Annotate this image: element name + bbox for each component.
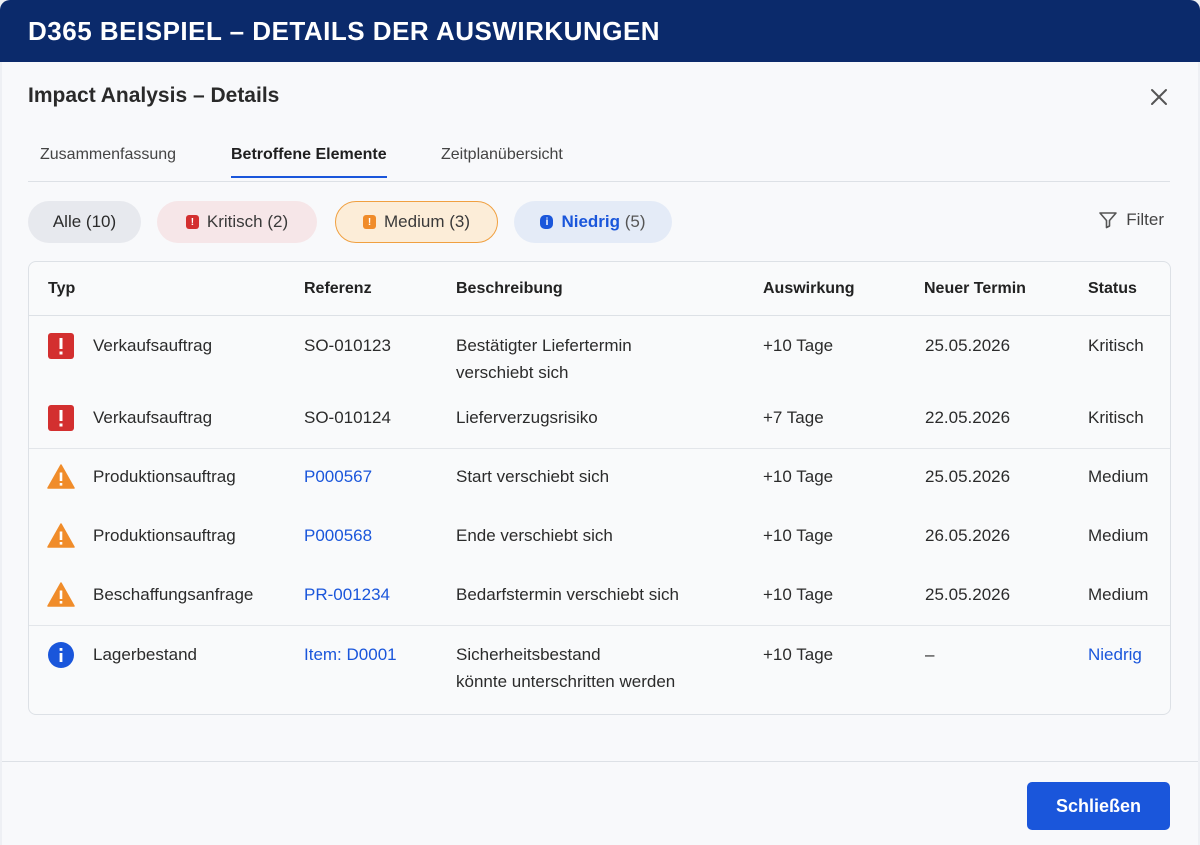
- filter-chip-niedrig[interactable]: i Niedrig (5): [514, 201, 672, 243]
- filter-label: Filter: [1126, 210, 1164, 229]
- cell-typ: Lagerbestand: [93, 645, 197, 664]
- cell-beschreibung: Start verschiebt sich: [456, 467, 610, 486]
- row-divider: [29, 448, 1170, 449]
- critical-icon: [48, 405, 74, 431]
- cell-referenz: SO-010123: [304, 336, 391, 355]
- cell-beschreibung: Lieferverzugsrisiko: [456, 408, 598, 427]
- filter-chip-kritisch[interactable]: ! Kritisch (2): [157, 201, 317, 243]
- critical-dot-icon: !: [185, 215, 199, 229]
- tab-bar: Zusammenfassung Betroffene Elemente Zeit…: [28, 142, 1170, 182]
- medium-dot-icon: !: [363, 215, 377, 229]
- cell-status: Medium: [1088, 526, 1149, 545]
- close-button[interactable]: [1144, 82, 1174, 112]
- filter-chip-all[interactable]: Alle (10): [28, 201, 141, 243]
- banner-title: D365 BEISPIEL – DETAILS DER AUSWIRKUNGEN: [28, 15, 661, 46]
- cell-auswirkung: +10 Tage: [763, 645, 834, 664]
- cell-status: Medium: [1088, 467, 1149, 486]
- filter-chip-niedrig-label: Niedrig (5): [561, 212, 645, 232]
- cell-neuer-termin: –: [925, 645, 935, 664]
- warning-icon: [47, 523, 75, 548]
- warning-icon: [47, 582, 75, 607]
- cell-status: Kritisch: [1088, 408, 1144, 427]
- cell-referenz: SO-010124: [304, 408, 391, 427]
- column-header-beschreibung: Beschreibung: [456, 280, 563, 297]
- cell-neuer-termin: 22.05.2026: [925, 408, 1011, 427]
- info-icon: [48, 642, 74, 668]
- cell-neuer-termin: 26.05.2026: [925, 526, 1011, 545]
- close-dialog-button[interactable]: Schließen: [1027, 782, 1170, 830]
- info-dot-icon: i: [540, 215, 554, 229]
- tab-betroffene-elemente[interactable]: Betroffene Elemente: [231, 146, 387, 178]
- cell-status: Kritisch: [1088, 336, 1144, 355]
- cell-auswirkung: +10 Tage: [763, 467, 834, 486]
- filter-icon: [1099, 212, 1118, 229]
- warning-icon: [47, 464, 75, 489]
- cell-beschreibung: Ende verschiebt sich: [456, 526, 613, 545]
- impact-details-dialog: Impact Analysis – Details Zusammenfassun…: [2, 62, 1198, 845]
- cell-beschreibung-line2: könnte unterschritten werden: [456, 672, 676, 691]
- reference-link[interactable]: PR-001234: [304, 581, 390, 608]
- column-header-status: Status: [1088, 280, 1137, 297]
- tab-zusammenfassung[interactable]: Zusammenfassung: [40, 146, 176, 176]
- cell-beschreibung: Sicherheitsbestand: [456, 645, 601, 664]
- reference-link[interactable]: P000568: [304, 522, 372, 549]
- cell-typ: Verkaufsauftrag: [93, 336, 213, 355]
- cell-neuer-termin: 25.05.2026: [925, 585, 1011, 604]
- row-divider: [29, 625, 1170, 626]
- cell-status: Niedrig: [1088, 645, 1142, 664]
- footer-divider: [2, 761, 1198, 762]
- cell-typ: Produktionsauftrag: [93, 467, 236, 486]
- close-icon: [1151, 89, 1167, 105]
- cell-neuer-termin: 25.05.2026: [925, 467, 1011, 486]
- cell-typ: Produktionsauftrag: [93, 526, 236, 545]
- cell-auswirkung: +7 Tage: [763, 408, 824, 427]
- cell-neuer-termin: 25.05.2026: [925, 336, 1011, 355]
- cell-beschreibung: Bedarfstermin verschiebt sich: [456, 585, 679, 604]
- cell-beschreibung-line2: verschiebt sich: [456, 363, 569, 382]
- filter-button[interactable]: Filter: [1098, 210, 1164, 230]
- niedrig-text: Niedrig: [561, 212, 621, 231]
- dialog-title: Impact Analysis – Details: [28, 84, 280, 107]
- reference-link[interactable]: P000567: [304, 463, 372, 490]
- filter-chip-medium[interactable]: ! Medium (3): [335, 201, 498, 243]
- filter-chip-all-label: Alle (10): [52, 212, 117, 231]
- cell-auswirkung: +10 Tage: [763, 336, 834, 355]
- cell-auswirkung: +10 Tage: [763, 526, 834, 545]
- reference-link[interactable]: Item: D0001: [304, 641, 397, 668]
- column-header-neuer-termin: Neuer Termin: [924, 280, 1026, 297]
- niedrig-count: (5): [624, 212, 646, 231]
- filter-chip-kritisch-label: Kritisch (2): [206, 212, 289, 231]
- cell-status: Medium: [1088, 585, 1149, 604]
- affected-items-table: Typ Referenz Beschreibung Auswirkung Neu…: [28, 261, 1171, 715]
- column-header-referenz: Referenz: [304, 280, 372, 297]
- column-header-auswirkung: Auswirkung: [763, 280, 855, 297]
- critical-icon: [48, 333, 74, 359]
- header-divider: [29, 315, 1170, 316]
- app-banner: D365 BEISPIEL – DETAILS DER AUSWIRKUNGEN: [0, 0, 1200, 62]
- tab-zeitplanuebersicht[interactable]: Zeitplanübersicht: [441, 146, 563, 176]
- cell-auswirkung: +10 Tage: [763, 585, 834, 604]
- column-header-typ: Typ: [48, 280, 76, 297]
- cell-typ: Beschaffungsanfrage: [93, 585, 254, 604]
- cell-beschreibung: Bestätigter Liefertermin: [456, 336, 632, 355]
- filter-chip-medium-label: Medium (3): [384, 212, 470, 231]
- cell-typ: Verkaufsauftrag: [93, 408, 213, 427]
